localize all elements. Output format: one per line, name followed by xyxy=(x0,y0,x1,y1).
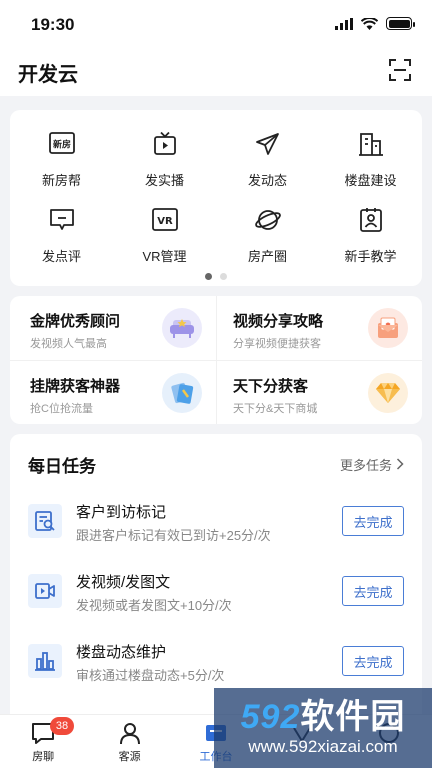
shortcut-building[interactable]: 楼盘建设 xyxy=(319,130,422,206)
shortcut-card: 新房 新房帮 发实播 发动态 楼盘建设 发点评 VR VR管理 房产圈 新手教学 xyxy=(10,110,422,286)
user-icon xyxy=(119,723,140,745)
shortcut-xinfang[interactable]: 新房 新房帮 xyxy=(10,130,113,206)
comment-icon xyxy=(48,206,76,234)
task-row: 发视频/发图文 发视频或者发图文+10分/次 去完成 xyxy=(10,558,422,628)
status-bar: 19:30 xyxy=(0,0,432,48)
shortcut-label: 新房帮 xyxy=(41,173,81,188)
svg-text:新房: 新房 xyxy=(52,139,70,151)
shortcut-vr[interactable]: VR VR管理 xyxy=(113,206,216,282)
page-dot[interactable] xyxy=(220,273,227,280)
more-tasks-link[interactable]: 更多任务 xyxy=(340,455,404,474)
complete-task-button[interactable]: 去完成 xyxy=(342,576,404,606)
task-description: 审核通过楼盘动态+5分/次 xyxy=(76,668,225,683)
watermark-url: www.592xiazai.com xyxy=(248,737,398,756)
app-header: 开发云 xyxy=(0,48,432,96)
watermark-text: 软件园 xyxy=(300,698,406,736)
vr-icon: VR xyxy=(151,206,179,234)
chart-icon xyxy=(28,644,62,678)
diamond-icon xyxy=(368,373,408,413)
task-title: 客户到访标记 xyxy=(76,504,167,521)
teacher-icon xyxy=(357,206,385,234)
shortcut-tutorial[interactable]: 新手教学 xyxy=(319,206,422,282)
task-header: 每日任务 更多任务 xyxy=(10,434,422,480)
page-title: 开发云 xyxy=(18,64,78,86)
shortcut-label: 发实播 xyxy=(144,173,184,188)
status-time: 19:30 xyxy=(31,15,75,34)
visit-icon xyxy=(28,504,62,538)
scan-icon[interactable] xyxy=(388,58,412,82)
shortcut-label: 楼盘建设 xyxy=(344,173,397,188)
shortcut-label: 房产圈 xyxy=(247,249,287,264)
shortcut-circle[interactable]: 房产圈 xyxy=(216,206,319,282)
building-icon xyxy=(357,130,385,158)
svg-text:VR: VR xyxy=(157,216,173,227)
daily-task-card: 每日任务 更多任务 客户到访标记 跟进客户标记有效已到访+25分/次 去完成 发… xyxy=(10,434,422,714)
cards-icon xyxy=(162,373,202,413)
task-title: 发视频/发图文 xyxy=(76,574,171,591)
sofa-icon xyxy=(162,308,202,348)
tab-customers[interactable]: 客源 xyxy=(86,715,172,768)
tv-icon xyxy=(151,130,179,158)
promo-card: 金牌优秀顾问 发视频人气最高 视频分享攻略 分享视频便捷获客 挂牌获客神器 抢C… xyxy=(10,296,422,424)
tab-label: 房聊 xyxy=(32,751,55,763)
chevron-right-icon xyxy=(396,458,404,470)
watermark-overlay: 592软件园 www.592xiazai.com xyxy=(214,688,432,768)
page-indicator[interactable] xyxy=(10,273,422,280)
unread-badge: 38 xyxy=(50,717,74,735)
shortcut-post[interactable]: 发动态 xyxy=(216,130,319,206)
shortcut-label: 发点评 xyxy=(41,249,81,264)
task-row: 客户到访标记 跟进客户标记有效已到访+25分/次 去完成 xyxy=(10,488,422,558)
status-icons xyxy=(335,17,415,30)
task-section-title: 每日任务 xyxy=(28,456,96,476)
promo-tianxia-points[interactable]: 天下分获客 天下分&天下商城 xyxy=(216,360,422,424)
task-title: 楼盘动态维护 xyxy=(76,644,167,661)
watermark-number: 592 xyxy=(240,698,301,736)
shortcut-grid: 新房 新房帮 发实播 发动态 楼盘建设 发点评 VR VR管理 房产圈 新手教学 xyxy=(10,110,422,282)
complete-task-button[interactable]: 去完成 xyxy=(342,506,404,536)
complete-task-button[interactable]: 去完成 xyxy=(342,646,404,676)
shortcut-label: 发动态 xyxy=(247,173,287,188)
watermark-brand: 592软件园 xyxy=(241,699,406,735)
tab-chat[interactable]: 38 房聊 xyxy=(0,715,86,768)
signal-icon xyxy=(335,17,353,30)
page-dot-active[interactable] xyxy=(205,273,212,280)
shortcut-label: 新手教学 xyxy=(344,249,397,264)
wifi-icon xyxy=(361,17,378,30)
task-description: 跟进客户标记有效已到访+25分/次 xyxy=(76,528,271,543)
mail-icon xyxy=(368,308,408,348)
xinfang-icon: 新房 xyxy=(48,130,76,158)
promo-video-share[interactable]: 视频分享攻略 分享视频便捷获客 xyxy=(216,296,422,360)
promo-listing-tool[interactable]: 挂牌获客神器 抢C位抢流量 xyxy=(10,360,216,424)
shortcut-live[interactable]: 发实播 xyxy=(113,130,216,206)
promo-gold-consultant[interactable]: 金牌优秀顾问 发视频人气最高 xyxy=(10,296,216,360)
shortcut-review[interactable]: 发点评 xyxy=(10,206,113,282)
shortcut-label: VR管理 xyxy=(142,249,187,264)
video-icon xyxy=(28,574,62,608)
battery-icon xyxy=(386,17,415,30)
more-tasks-label: 更多任务 xyxy=(339,457,392,473)
task-description: 发视频或者发图文+10分/次 xyxy=(76,598,232,613)
send-icon xyxy=(254,130,282,158)
planet-icon xyxy=(254,206,282,234)
tab-label: 客源 xyxy=(118,751,141,763)
